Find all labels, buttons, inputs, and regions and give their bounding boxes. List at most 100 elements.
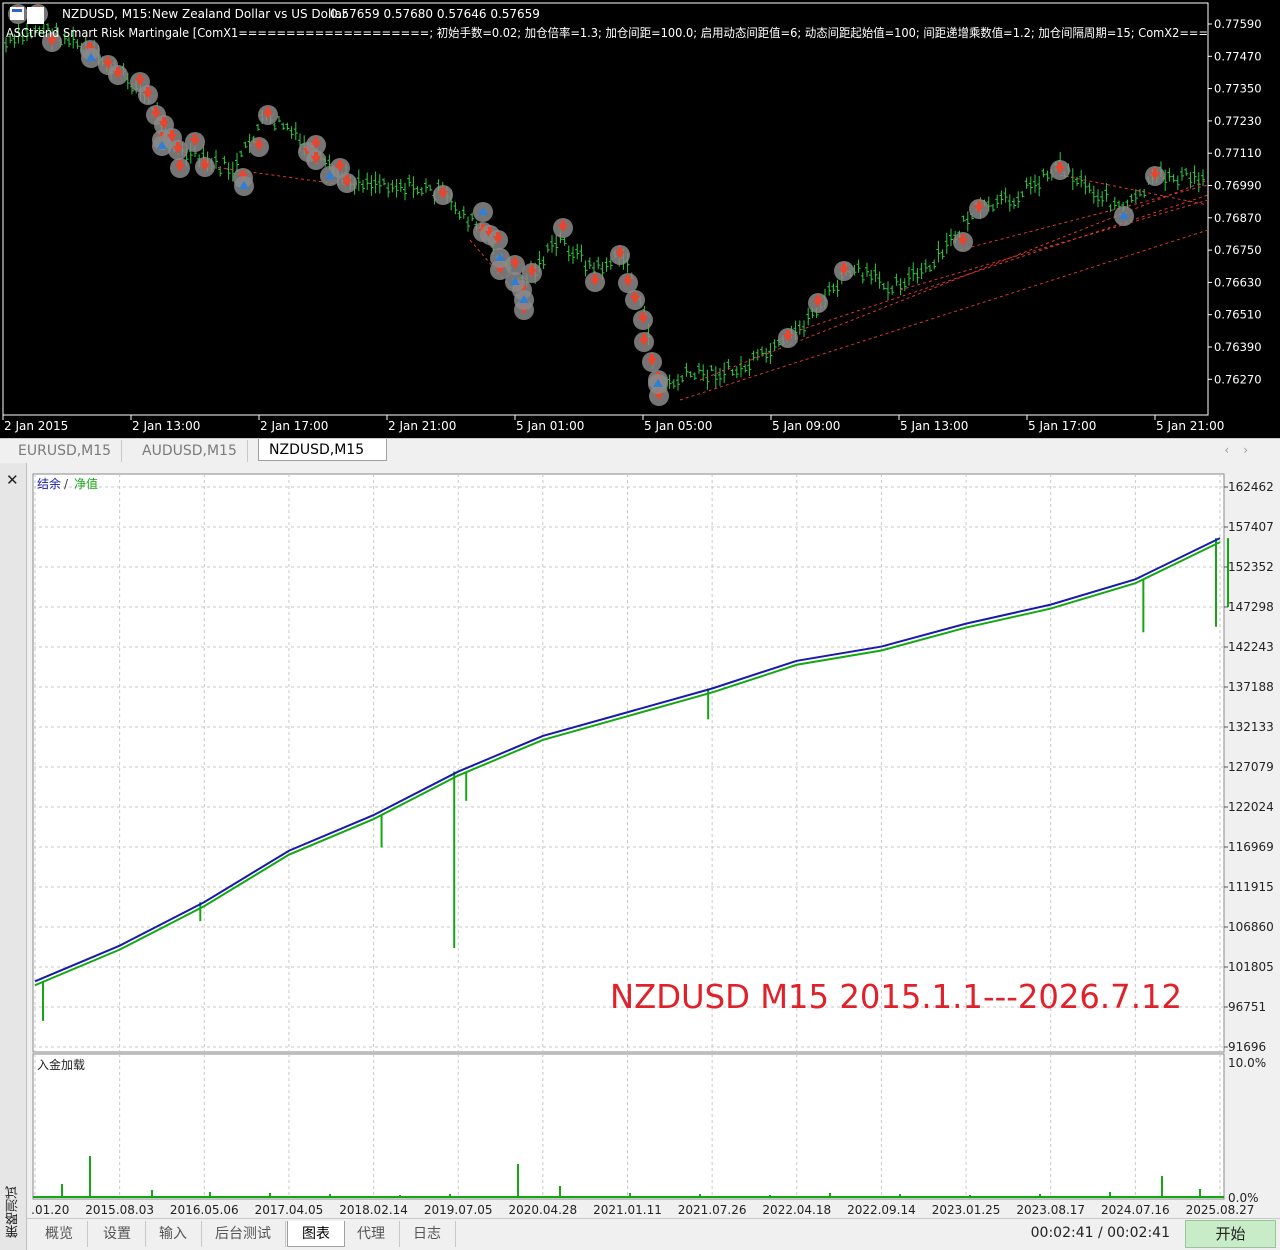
deposit-load-axis-max: 10.0%	[1228, 1056, 1266, 1070]
date-tick-label: 2023.01.25	[932, 1203, 1001, 1216]
price-tick-label: 0.77590	[1214, 17, 1262, 31]
chart-frame	[2, 2, 1209, 416]
sell-arrow-icon[interactable]	[433, 185, 453, 205]
chart-ohlc: 0.57659 0.57680 0.57646 0.57659	[330, 7, 540, 21]
sell-arrow-icon[interactable]	[953, 232, 973, 252]
sell-arrow-icon[interactable]	[195, 157, 215, 177]
sell-arrow-icon[interactable]	[834, 261, 854, 281]
tab-eurusd-m15[interactable]: EURUSD,M15	[8, 440, 123, 462]
date-tick-label: 2016.05.06	[170, 1203, 239, 1216]
y-tick-label: 106860	[1228, 920, 1274, 934]
price-tick-label: 0.77230	[1214, 114, 1262, 128]
date-tick-label: 2019.07.05	[424, 1203, 493, 1216]
tab-graph[interactable]: 图表	[287, 1221, 345, 1247]
y-tick-label: 157407	[1228, 520, 1274, 534]
overlay-caption: NZDUSD M15 2015.1.1---2026.7.12	[610, 977, 1182, 1016]
tab-overview[interactable]: 概览	[31, 1221, 88, 1247]
tab-journal[interactable]: 日志	[399, 1221, 456, 1247]
date-tick-label: 2021.07.26	[678, 1203, 747, 1216]
sell-arrow-icon[interactable]	[808, 293, 828, 313]
y-tick-label: 91696	[1228, 1040, 1266, 1054]
sell-arrow-icon[interactable]	[258, 105, 278, 125]
time-tick-label: 2 Jan 21:00	[388, 419, 456, 433]
sell-arrow-icon[interactable]	[625, 290, 645, 310]
sell-arrow-icon[interactable]	[553, 218, 573, 238]
time-tick-label: 5 Jan 13:00	[900, 419, 968, 433]
date-tick-label: 2015.01.20	[30, 1203, 69, 1216]
tab-settings[interactable]: 设置	[89, 1221, 146, 1247]
chevron-left-icon[interactable]: ‹	[1224, 443, 1243, 457]
date-tick-label: 2025.08.27	[1186, 1203, 1255, 1216]
sell-arrow-icon[interactable]	[969, 199, 989, 219]
buy-arrow-icon[interactable]	[81, 48, 101, 68]
sell-arrow-icon[interactable]	[778, 328, 798, 348]
y-tick-label: 137188	[1228, 680, 1274, 694]
buy-arrow-icon[interactable]	[514, 290, 534, 310]
sell-arrow-icon[interactable]	[633, 310, 653, 330]
buy-arrow-icon[interactable]	[1114, 206, 1134, 226]
date-tick-label: 2017.04.05	[255, 1203, 324, 1216]
price-tick-label: 0.76990	[1214, 179, 1262, 193]
price-tick-label: 0.76870	[1214, 211, 1262, 225]
start-button[interactable]: 开始	[1185, 1220, 1276, 1248]
date-tick-label: 2018.02.14	[339, 1203, 408, 1216]
deposit-load-title: 入金加载	[37, 1057, 85, 1072]
chart-window-icon-bar	[12, 9, 22, 12]
buy-arrow-icon[interactable]	[473, 202, 493, 222]
expert-icon[interactable]	[27, 7, 44, 24]
balance-plot-frame	[32, 473, 1225, 1053]
chart-symbol-timeframe: NZDUSD, M15:	[62, 7, 151, 21]
sell-arrow-icon[interactable]	[185, 132, 205, 152]
tab-nzdusd-m15[interactable]: NZDUSD,M15	[258, 439, 387, 461]
deposit-load-frame	[32, 1053, 1225, 1200]
sell-arrow-icon[interactable]	[642, 352, 662, 372]
sell-arrow-icon[interactable]	[634, 332, 654, 352]
price-chart-canvas[interactable]: NZDUSD, M15: New Zealand Dollar vs US Do…	[0, 0, 1280, 438]
tab-backtest[interactable]: 后台测试	[201, 1221, 286, 1247]
sell-arrow-icon[interactable]	[108, 65, 128, 85]
tab-scroll-arrows[interactable]: ‹›	[1224, 443, 1262, 457]
time-axis: 2 Jan 2015 2 Jan 13:00 2 Jan 17:00 2 Jan 21…	[2, 415, 1224, 433]
balance-graph-canvas[interactable]: 结余 / 净值 NZDUSD M15 2015.1.1---2026.7.12 …	[30, 471, 1280, 1216]
price-tick-label: 0.77470	[1214, 49, 1262, 63]
buy-arrow-icon[interactable]	[234, 176, 254, 196]
time-tick-label: 2 Jan 2015	[4, 419, 68, 433]
price-tick-label: 0.76630	[1214, 275, 1262, 289]
sell-arrow-icon[interactable]	[585, 272, 605, 292]
sell-arrow-icon[interactable]	[1050, 160, 1070, 180]
buy-arrow-icon[interactable]	[152, 136, 172, 156]
buy-arrow-icon[interactable]	[490, 248, 510, 268]
chart-tabs-bar: EURUSD,M15 AUDUSD,M15 NZDUSD,M15 ‹›	[0, 438, 1280, 463]
close-icon[interactable]: ✕	[6, 471, 19, 489]
sell-arrow-icon[interactable]	[306, 150, 326, 170]
sell-arrow-icon[interactable]	[1145, 166, 1165, 186]
tab-audusd-m15[interactable]: AUDUSD,M15	[132, 440, 248, 462]
sell-arrow-icon[interactable]	[249, 137, 269, 157]
time-tick-label: 2 Jan 17:00	[260, 419, 328, 433]
price-chart[interactable]: NZDUSD, M15: New Zealand Dollar vs US Do…	[0, 0, 1280, 438]
chevron-right-icon[interactable]: ›	[1243, 443, 1262, 457]
tab-agents[interactable]: 代理	[343, 1221, 400, 1247]
sell-arrow-icon[interactable]	[170, 158, 190, 178]
y-tick-label: 116969	[1228, 840, 1274, 854]
balance-legend: 结余 / 净值	[37, 476, 98, 491]
price-tick-label: 0.77350	[1214, 82, 1262, 96]
date-tick-label: 2020.04.28	[508, 1203, 577, 1216]
sell-arrow-icon[interactable]	[610, 245, 630, 265]
tab-inputs[interactable]: 输入	[145, 1221, 202, 1247]
sell-arrow-icon[interactable]	[488, 230, 508, 250]
date-tick-label: 2023.08.17	[1016, 1203, 1085, 1216]
price-tick-label: 0.76750	[1214, 243, 1262, 257]
report-graph: 结余 / 净值 NZDUSD M15 2015.1.1---2026.7.12 …	[30, 471, 1280, 1216]
sell-arrow-icon[interactable]	[138, 85, 158, 105]
strategy-tester-window: NZDUSD, M15: New Zealand Dollar vs US Do…	[0, 0, 1280, 1250]
buy-arrow-icon[interactable]	[505, 272, 525, 292]
buy-arrow-icon[interactable]	[320, 166, 340, 186]
price-tick-label: 0.76390	[1214, 340, 1262, 354]
chart-window-icon	[10, 7, 24, 20]
buy-arrow-icon[interactable]	[648, 374, 668, 394]
sell-arrow-icon[interactable]	[522, 263, 542, 283]
price-tick-label: 0.76270	[1214, 372, 1262, 386]
y-tick-label: 111915	[1228, 880, 1274, 894]
y-tick-label: 96751	[1228, 1000, 1266, 1014]
